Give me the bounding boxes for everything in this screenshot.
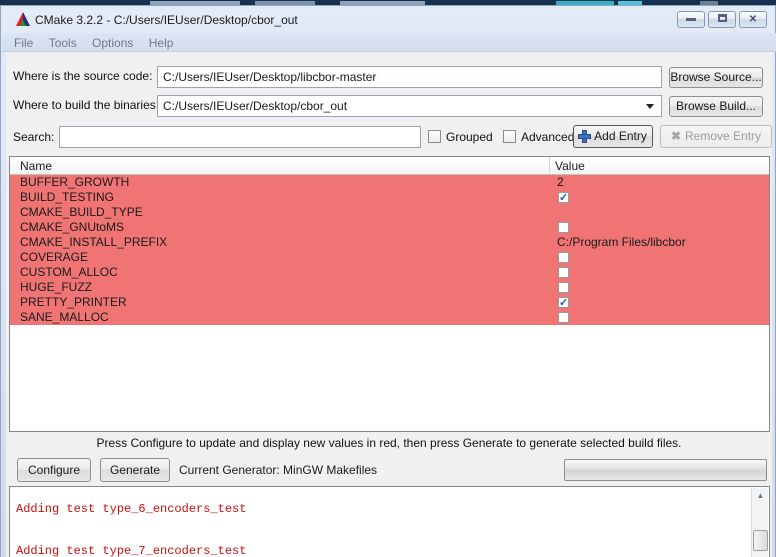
value-checkbox[interactable] (558, 222, 569, 233)
value-checkbox[interactable] (558, 282, 569, 293)
plus-icon (579, 131, 590, 142)
main-content: Where is the source code: C:/Users/IEUse… (6, 52, 772, 557)
maximize-icon (718, 14, 727, 22)
table-row[interactable]: CMAKE_GNUtoMS (10, 220, 769, 235)
variable-name: COVERAGE (20, 250, 88, 265)
scrollbar-thumb[interactable] (753, 530, 768, 551)
table-row[interactable]: CMAKE_BUILD_TYPE (10, 205, 769, 220)
generate-button[interactable]: Generate (100, 458, 170, 482)
menu-help[interactable]: Help (143, 35, 180, 51)
cache-variables-table: Name Value BUFFER_GROWTH 2 BUILD_TESTING… (9, 156, 770, 432)
variable-name: PRETTY_PRINTER (20, 295, 127, 310)
screen: CMake 3.2.2 - C:/Users/IEUser/Desktop/cb… (0, 0, 776, 557)
x-icon: ✖ (671, 126, 681, 147)
table-row[interactable]: CUSTOM_ALLOC (10, 265, 769, 280)
column-header-value[interactable]: Value (555, 159, 585, 173)
value-checkbox[interactable] (558, 192, 569, 203)
variable-value[interactable]: 2 (557, 175, 564, 190)
variable-name: BUILD_TESTING (20, 190, 114, 205)
close-icon: ✕ (749, 14, 757, 25)
value-checkbox[interactable] (558, 297, 569, 308)
cmake-window: CMake 3.2.2 - C:/Users/IEUser/Desktop/cb… (0, 5, 776, 557)
cmake-logo-icon (15, 11, 31, 27)
close-button[interactable]: ✕ (739, 11, 767, 28)
menu-bar: File Tools Options Help (2, 33, 776, 52)
menu-tools[interactable]: Tools (43, 35, 83, 51)
value-checkbox[interactable] (558, 312, 569, 323)
variable-name: CMAKE_INSTALL_PREFIX (20, 235, 167, 250)
scroll-up-icon[interactable]: ▲ (753, 488, 768, 503)
window-title: CMake 3.2.2 - C:/Users/IEUser/Desktop/cb… (35, 13, 298, 27)
table-row[interactable]: BUFFER_GROWTH 2 (10, 175, 769, 190)
column-header-name[interactable]: Name (20, 159, 52, 173)
value-checkbox[interactable] (558, 252, 569, 263)
table-header[interactable]: Name Value (10, 157, 769, 175)
browse-source-button[interactable]: Browse Source... (669, 67, 763, 88)
table-row[interactable]: COVERAGE (10, 250, 769, 265)
scroll-down-icon[interactable]: ▼ (753, 552, 768, 557)
add-entry-button[interactable]: Add Entry (573, 125, 653, 148)
variable-name: CMAKE_BUILD_TYPE (20, 205, 143, 220)
add-entry-label: Add Entry (594, 129, 647, 143)
source-code-label: Where is the source code: (13, 69, 152, 83)
variable-name: CUSTOM_ALLOC (20, 265, 118, 280)
current-generator-label: Current Generator: MinGW Makefiles (179, 463, 377, 477)
log-lines: Adding test type_6_encoders_test Adding … (10, 486, 769, 557)
configure-hint-text: Press Configure to update and display ne… (6, 436, 772, 450)
build-path-combobox[interactable]: C:/Users/IEUser/Desktop/cbor_out (157, 95, 662, 117)
title-bar[interactable]: CMake 3.2.2 - C:/Users/IEUser/Desktop/cb… (1, 6, 775, 33)
variable-name: CMAKE_GNUtoMS (20, 220, 124, 235)
build-path-value: C:/Users/IEUser/Desktop/cbor_out (163, 99, 347, 113)
table-row[interactable]: BUILD_TESTING (10, 190, 769, 205)
source-path-input[interactable]: C:/Users/IEUser/Desktop/libcbor-master (157, 66, 662, 88)
table-row[interactable]: SANE_MALLOC (10, 310, 769, 325)
variable-name: HUGE_FUZZ (20, 280, 92, 295)
log-scrollbar[interactable]: ▲ ▼ (751, 488, 768, 557)
log-line: Adding test type_7_encoders_test (16, 545, 769, 557)
build-binaries-label: Where to build the binaries: (13, 98, 159, 112)
table-row[interactable]: HUGE_FUZZ (10, 280, 769, 295)
variable-name: BUFFER_GROWTH (20, 175, 129, 190)
log-line: Adding test type_6_encoders_test (16, 503, 769, 517)
table-row[interactable]: CMAKE_INSTALL_PREFIX C:/Program Files/li… (10, 235, 769, 250)
value-checkbox[interactable] (558, 267, 569, 278)
variable-name: SANE_MALLOC (20, 310, 109, 325)
browse-build-button[interactable]: Browse Build... (669, 96, 763, 117)
menu-options[interactable]: Options (86, 35, 139, 51)
action-row: Configure Generate Current Generator: Mi… (6, 458, 772, 482)
chevron-down-icon[interactable] (646, 104, 654, 109)
menu-file[interactable]: File (8, 35, 39, 51)
output-log[interactable]: Adding test type_6_encoders_test Adding … (9, 486, 770, 557)
remove-entry-button[interactable]: ✖ Remove Entry (660, 125, 772, 148)
column-divider[interactable] (549, 157, 550, 175)
remove-entry-label: Remove Entry (685, 129, 761, 143)
maximize-button[interactable] (708, 11, 736, 28)
table-row[interactable]: PRETTY_PRINTER (10, 295, 769, 310)
progress-bar (564, 459, 767, 481)
variable-value[interactable]: C:/Program Files/libcbor (557, 235, 686, 250)
minimize-icon (686, 18, 696, 21)
configure-button[interactable]: Configure (17, 458, 91, 482)
minimize-button[interactable] (677, 11, 705, 28)
